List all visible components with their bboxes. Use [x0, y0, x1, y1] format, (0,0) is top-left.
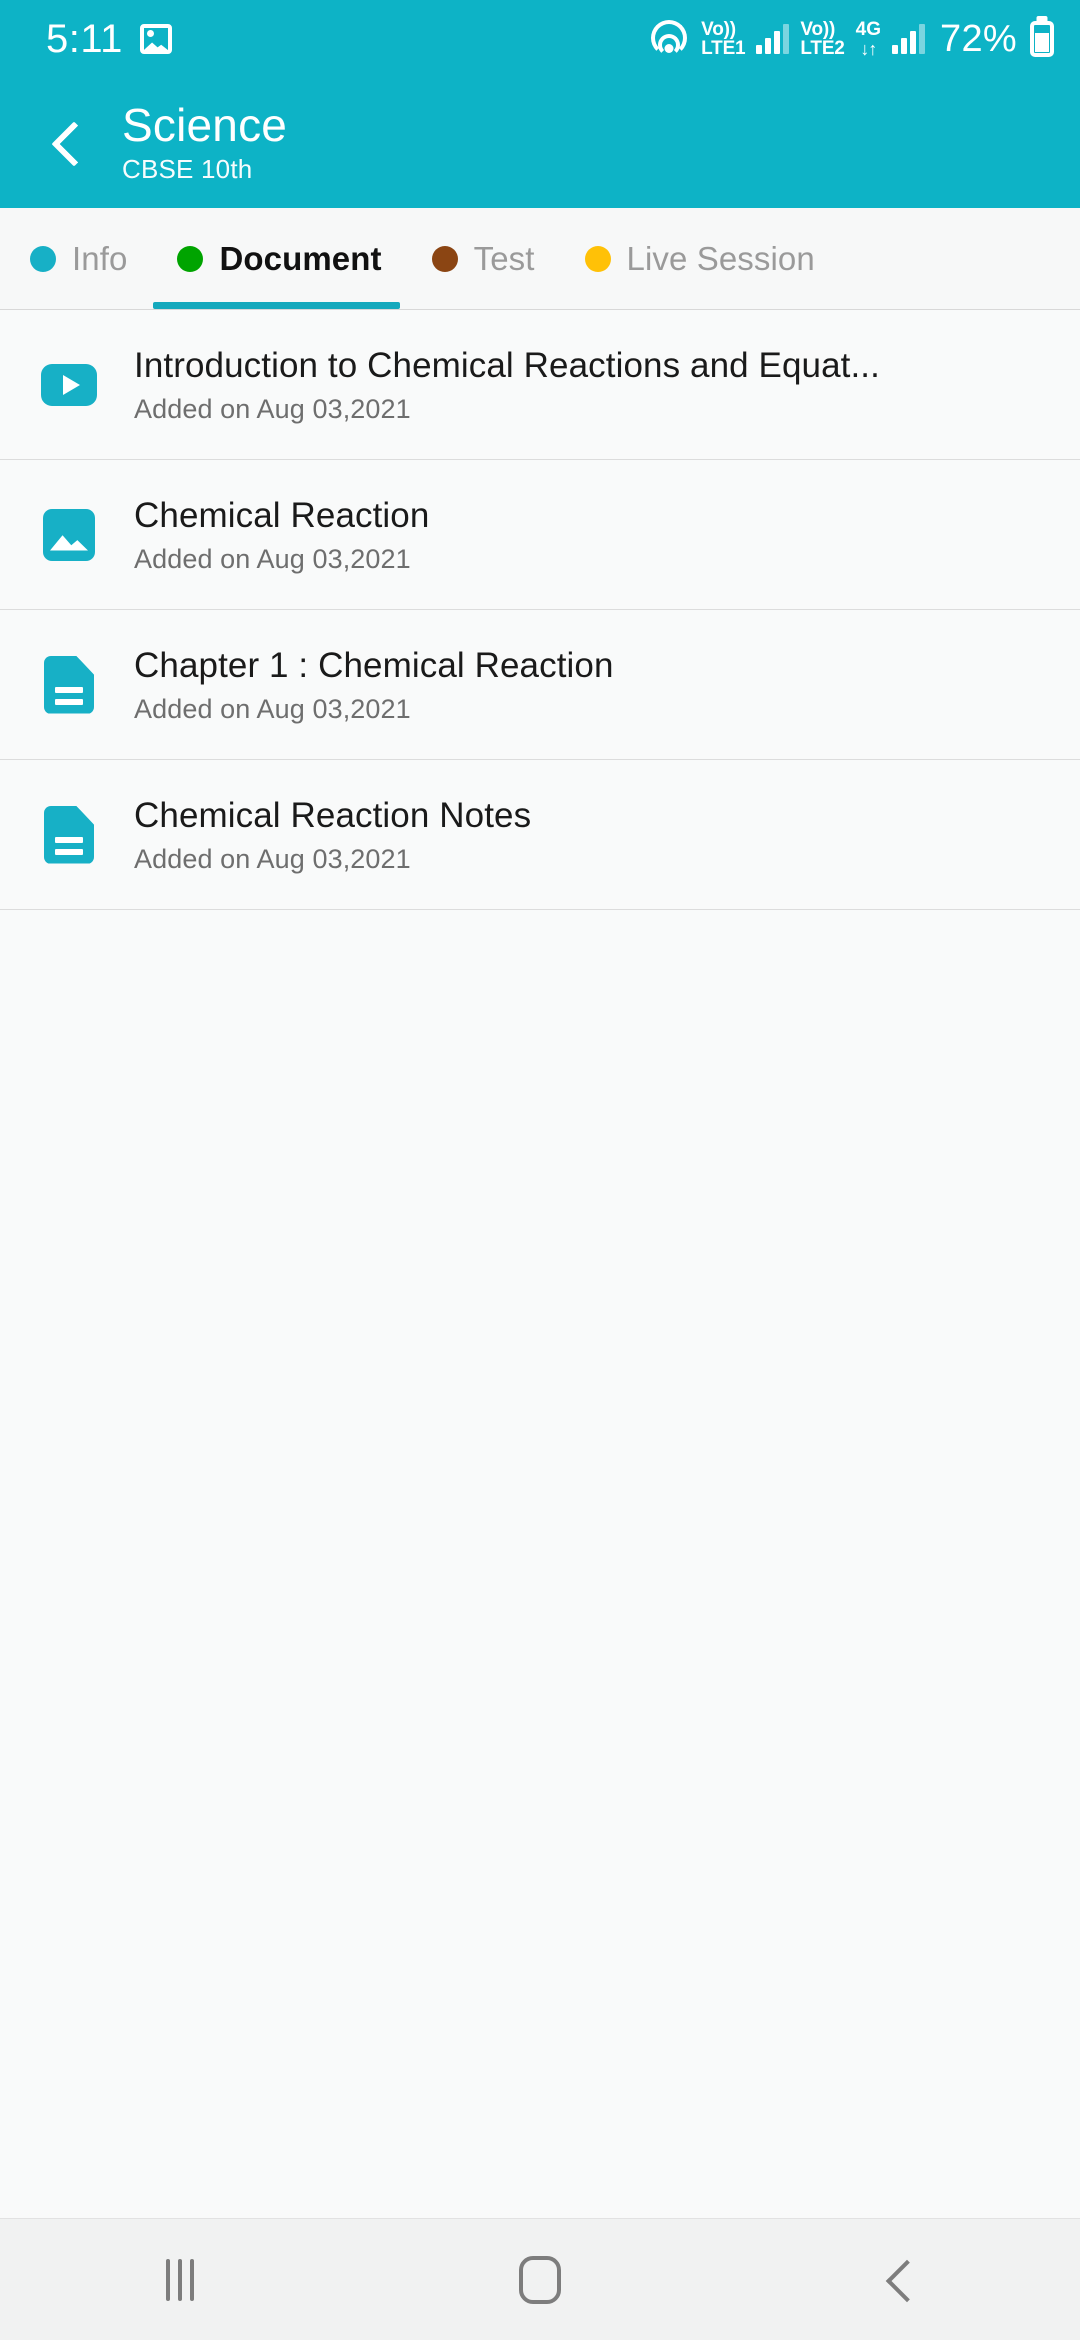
list-item-title: Introduction to Chemical Reactions and E…	[134, 346, 880, 386]
list-item-icon	[34, 363, 104, 406]
list-item-title: Chemical Reaction	[134, 496, 430, 536]
tab-document-label: Document	[219, 239, 382, 277]
tab-document-dot-icon	[177, 245, 204, 272]
network-type-indicator: 4G ↓↑	[855, 18, 882, 59]
sim2-signal-bars-icon	[892, 24, 926, 54]
system-navigation-bar	[0, 2218, 1080, 2340]
data-transfer-arrows-icon: ↓↑	[860, 38, 877, 59]
battery-percentage: 72%	[940, 17, 1017, 60]
empty-content-area	[0, 910, 1080, 2340]
list-item[interactable]: Chemical Reaction Notes Added on Aug 03,…	[0, 760, 1080, 910]
list-item[interactable]: Chapter 1 : Chemical Reaction Added on A…	[0, 610, 1080, 760]
tab-test-label: Test	[473, 239, 535, 277]
list-item-subtitle: Added on Aug 03,2021	[134, 543, 411, 574]
page-title: Science	[122, 99, 288, 152]
tab-test[interactable]: Test	[410, 208, 563, 309]
app-header: Science CBSE 10th	[0, 78, 1080, 208]
sim1-signal-bars-icon	[756, 24, 790, 54]
status-bar-right: Vo)) LTE1 Vo)) LTE2 4G ↓↑ 72%	[648, 18, 1054, 61]
phone-screen: 5:11 Vo)) LTE1 Vo)) LTE2 4G ↓↑ 72% Scien…	[0, 0, 1080, 2340]
sim1-volte-indicator: Vo)) LTE1	[701, 18, 746, 59]
back-chevron-icon[interactable]	[40, 116, 94, 170]
list-item-text: Introduction to Chemical Reactions and E…	[134, 344, 1046, 425]
list-item[interactable]: Chemical Reaction Added on Aug 03,2021	[0, 460, 1080, 610]
document-icon	[44, 805, 94, 864]
tab-info-label: Info	[72, 239, 128, 277]
document-icon	[44, 655, 94, 714]
status-bar-clock: 5:11	[46, 17, 123, 61]
list-item-text: Chemical Reaction Notes Added on Aug 03,…	[134, 794, 1046, 875]
sim2-volte-bottom: LTE2	[800, 38, 845, 59]
home-button[interactable]	[465, 2219, 615, 2340]
tab-live-session-label: Live Session	[626, 239, 815, 277]
back-icon	[880, 2260, 920, 2300]
image-icon	[43, 508, 95, 561]
list-item-icon	[34, 508, 104, 561]
sim1-volte-bottom: LTE1	[701, 38, 746, 59]
recents-icon	[166, 2258, 194, 2301]
list-item-title: Chapter 1 : Chemical Reaction	[134, 646, 614, 686]
home-icon	[519, 2255, 561, 2304]
document-list: Introduction to Chemical Reactions and E…	[0, 310, 1080, 910]
tab-info[interactable]: Info	[30, 208, 155, 309]
hotspot-icon	[648, 20, 690, 57]
tab-info-dot-icon	[30, 245, 56, 272]
status-bar-left: 5:11	[46, 19, 172, 59]
sim1-volte-top: Vo))	[701, 18, 736, 40]
tab-test-dot-icon	[431, 245, 458, 272]
sim2-volte-indicator: Vo)) LTE2	[800, 18, 845, 59]
list-item-text: Chemical Reaction Added on Aug 03,2021	[134, 494, 1046, 575]
tab-live-session[interactable]: Live Session	[563, 208, 843, 309]
gallery-icon	[139, 24, 172, 54]
page-subtitle: CBSE 10th	[122, 153, 253, 184]
status-bar: 5:11 Vo)) LTE1 Vo)) LTE2 4G ↓↑ 72%	[0, 0, 1080, 78]
list-item-icon	[34, 655, 104, 714]
list-item-title: Chemical Reaction Notes	[134, 796, 532, 836]
list-item-subtitle: Added on Aug 03,2021	[134, 693, 411, 724]
tab-live-session-dot-icon	[584, 245, 611, 272]
back-button[interactable]	[825, 2219, 975, 2340]
list-item[interactable]: Introduction to Chemical Reactions and E…	[0, 310, 1080, 460]
list-item-subtitle: Added on Aug 03,2021	[134, 393, 411, 424]
network-generation-label: 4G	[855, 18, 882, 40]
battery-icon	[1030, 21, 1054, 57]
sim2-volte-top: Vo))	[800, 18, 836, 40]
tab-document[interactable]: Document	[153, 208, 409, 309]
video-icon	[41, 363, 97, 406]
list-item-icon	[34, 805, 104, 864]
tab-bar: Info Document Test Live Session	[0, 208, 1080, 310]
header-title-block: Science CBSE 10th	[122, 101, 287, 184]
list-item-text: Chapter 1 : Chemical Reaction Added on A…	[134, 644, 1046, 725]
list-item-subtitle: Added on Aug 03,2021	[134, 843, 411, 874]
recents-button[interactable]	[105, 2219, 255, 2340]
